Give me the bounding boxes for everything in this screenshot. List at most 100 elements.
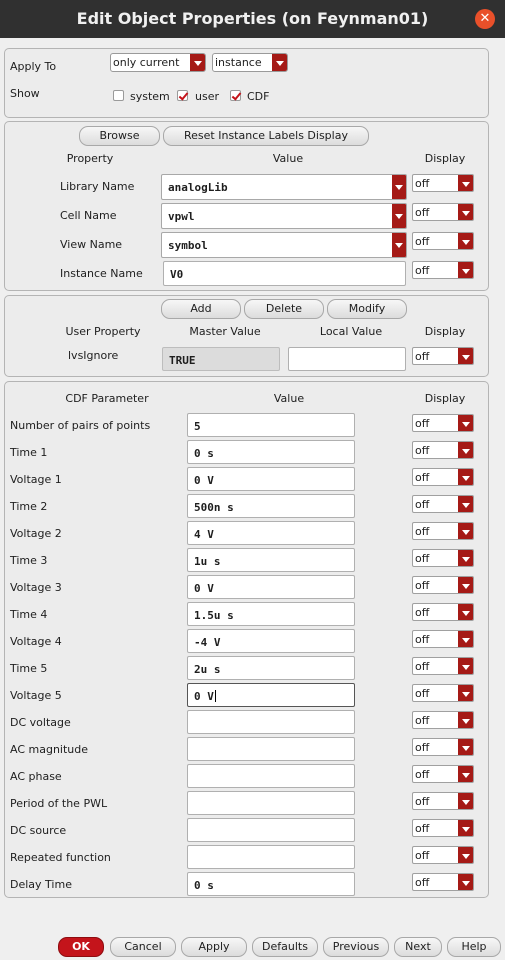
close-icon[interactable]: ✕	[475, 9, 495, 29]
cdf-field-time-4[interactable]: 1.5u s	[187, 602, 355, 626]
cdf-display-select-time-1[interactable]: off	[412, 441, 474, 459]
lvs-ignore-display-select[interactable]: off	[412, 347, 474, 365]
show-cdf-checkbox[interactable]	[230, 90, 241, 101]
cdf-field-number-of-pairs-of-points[interactable]: 5	[187, 413, 355, 437]
cell-name-display-select[interactable]: off	[412, 203, 474, 221]
cell-name-field[interactable]: vpwl	[161, 203, 407, 229]
browse-button[interactable]: Browse	[79, 126, 160, 146]
chevron-down-icon	[458, 442, 473, 458]
cdf-display-select-period-of-the-pwl[interactable]: off	[412, 792, 474, 810]
cdf-label-time-3: Time 3	[10, 554, 48, 567]
cdf-value-voltage-1: 0 V	[194, 474, 214, 487]
cdf-field-voltage-2[interactable]: 4 V	[187, 521, 355, 545]
apply-to-scope-value: only current	[113, 56, 180, 69]
view-name-display-select[interactable]: off	[412, 232, 474, 250]
cdf-display-select-ac-phase[interactable]: off	[412, 765, 474, 783]
add-button[interactable]: Add	[161, 299, 241, 319]
cancel-button[interactable]: Cancel	[110, 937, 176, 957]
lvs-ignore-local-value-field[interactable]	[288, 347, 406, 371]
cdf-field-time-3[interactable]: 1u s	[187, 548, 355, 572]
cdf-display-select-time-2[interactable]: off	[412, 495, 474, 513]
cdf-field-dc-voltage[interactable]	[187, 710, 355, 734]
cdf-value-time-2: 500n s	[194, 501, 234, 514]
chevron-down-icon	[392, 175, 406, 199]
library-name-field[interactable]: analogLib	[161, 174, 407, 200]
cdf-field-time-5[interactable]: 2u s	[187, 656, 355, 680]
delete-button[interactable]: Delete	[244, 299, 324, 319]
apply-to-type-value: instance	[215, 56, 262, 69]
display-value: off	[415, 687, 430, 700]
cdf-display-select-voltage-1[interactable]: off	[412, 468, 474, 486]
cdf-display-select-voltage-3[interactable]: off	[412, 576, 474, 594]
cdf-label-dc-voltage: DC voltage	[10, 716, 71, 729]
chevron-down-icon	[458, 766, 473, 782]
instance-name-field[interactable]: V0	[163, 261, 406, 286]
cdf-label-time-5: Time 5	[10, 662, 48, 675]
cdf-display-select-time-4[interactable]: off	[412, 603, 474, 621]
chevron-down-icon	[458, 631, 473, 647]
show-system-checkbox[interactable]	[113, 90, 124, 101]
display-value: off	[415, 795, 430, 808]
display-value: off	[415, 264, 430, 277]
chevron-down-icon	[272, 54, 287, 71]
display-value: off	[415, 579, 430, 592]
instance-name-display-select[interactable]: off	[412, 261, 474, 279]
library-name-value: analogLib	[168, 181, 228, 194]
cdf-display-select-number-of-pairs-of-points[interactable]: off	[412, 414, 474, 432]
modify-button[interactable]: Modify	[327, 299, 407, 319]
cdf-field-voltage-1[interactable]: 0 V	[187, 467, 355, 491]
cdf-value-header: Value	[273, 392, 305, 405]
cdf-field-time-1[interactable]: 0 s	[187, 440, 355, 464]
reset-instance-labels-button[interactable]: Reset Instance Labels Display	[163, 126, 369, 146]
cdf-display-select-ac-magnitude[interactable]: off	[412, 738, 474, 756]
view-name-field[interactable]: symbol	[161, 232, 407, 258]
cdf-display-select-dc-voltage[interactable]: off	[412, 711, 474, 729]
cdf-field-time-2[interactable]: 500n s	[187, 494, 355, 518]
cdf-field-delay-time[interactable]: 0 s	[187, 872, 355, 896]
user-property-header: User Property	[65, 325, 141, 338]
cdf-label-dc-source: DC source	[10, 824, 67, 837]
cdf-value-time-5: 2u s	[194, 663, 221, 676]
cdf-display-select-dc-source[interactable]: off	[412, 819, 474, 837]
chevron-down-icon	[458, 820, 473, 836]
next-button[interactable]: Next	[394, 937, 442, 957]
apply-to-scope-select[interactable]: only current	[110, 53, 206, 72]
show-cdf-label: CDF	[247, 90, 270, 103]
cdf-field-ac-magnitude[interactable]	[187, 737, 355, 761]
cdf-label-voltage-4: Voltage 4	[10, 635, 62, 648]
cell-name-value: vpwl	[168, 210, 195, 223]
cdf-display-select-voltage-2[interactable]: off	[412, 522, 474, 540]
cdf-display-select-delay-time[interactable]: off	[412, 873, 474, 891]
show-user-checkbox[interactable]	[177, 90, 188, 101]
cdf-label-number-of-pairs-of-points: Number of pairs of points	[10, 419, 151, 432]
cdf-field-voltage-4[interactable]: -4 V	[187, 629, 355, 653]
cdf-label-voltage-2: Voltage 2	[10, 527, 62, 540]
chevron-down-icon	[458, 604, 473, 620]
cdf-field-voltage-3[interactable]: 0 V	[187, 575, 355, 599]
cdf-display-select-time-5[interactable]: off	[412, 657, 474, 675]
cdf-label-voltage-3: Voltage 3	[10, 581, 62, 594]
cdf-field-voltage-5[interactable]: 0 V	[187, 683, 355, 707]
display-value: off	[415, 714, 430, 727]
cdf-display-select-time-3[interactable]: off	[412, 549, 474, 567]
cdf-field-period-of-the-pwl[interactable]	[187, 791, 355, 815]
cdf-label-voltage-1: Voltage 1	[10, 473, 62, 486]
apply-to-type-select[interactable]: instance	[212, 53, 288, 72]
library-name-label: Library Name	[60, 180, 135, 193]
cdf-field-ac-phase[interactable]	[187, 764, 355, 788]
previous-button[interactable]: Previous	[323, 937, 389, 957]
cdf-label-ac-phase: AC phase	[10, 770, 62, 783]
apply-button[interactable]: Apply	[181, 937, 247, 957]
help-button[interactable]: Help	[447, 937, 501, 957]
chevron-down-icon	[458, 847, 473, 863]
cdf-field-repeated-function[interactable]	[187, 845, 355, 869]
cdf-field-dc-source[interactable]	[187, 818, 355, 842]
cdf-display-select-voltage-5[interactable]: off	[412, 684, 474, 702]
cdf-label-time-2: Time 2	[10, 500, 48, 513]
cdf-display-select-repeated-function[interactable]: off	[412, 846, 474, 864]
defaults-button[interactable]: Defaults	[252, 937, 318, 957]
display-value: off	[415, 498, 430, 511]
cdf-display-select-voltage-4[interactable]: off	[412, 630, 474, 648]
ok-button[interactable]: OK	[58, 937, 104, 957]
library-name-display-select[interactable]: off	[412, 174, 474, 192]
